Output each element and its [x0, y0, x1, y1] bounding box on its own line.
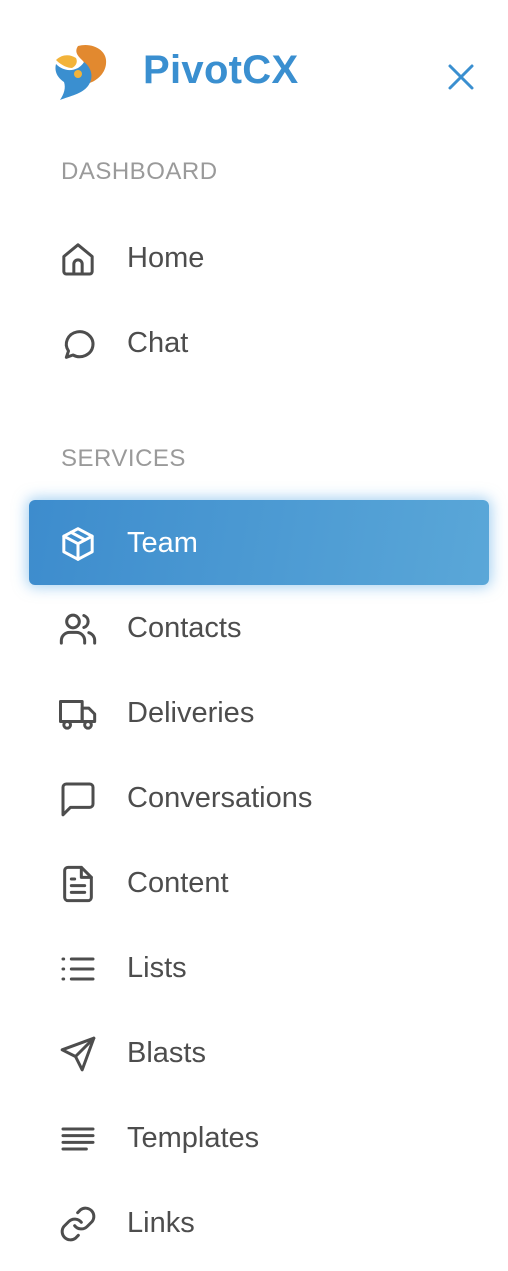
sidebar-item-lists[interactable]: Lists: [29, 925, 489, 1010]
sidebar-item-home[interactable]: Home: [29, 215, 489, 300]
sidebar-item-contacts[interactable]: Contacts: [29, 585, 489, 670]
section-label-dashboard: DASHBOARD: [61, 158, 218, 185]
message-square-icon: [58, 779, 98, 819]
sidebar-header: PivotCX: [0, 0, 508, 140]
file-text-icon: [58, 864, 98, 904]
users-icon: [58, 609, 98, 649]
truck-icon: [58, 694, 98, 734]
sidebar-item-label: Deliveries: [127, 697, 255, 729]
sidebar-item-label: Contacts: [127, 612, 242, 644]
sidebar-item-chat[interactable]: Chat: [29, 300, 489, 385]
home-icon: [58, 239, 98, 279]
send-icon: [58, 1034, 98, 1074]
sidebar-item-label: Content: [127, 867, 229, 899]
sidebar-item-label: Conversations: [127, 782, 313, 814]
brand-name: PivotCX: [143, 48, 299, 92]
sidebar-item-team[interactable]: Team: [29, 500, 489, 585]
pivotcx-logo-icon: [48, 40, 112, 104]
section-label-services: SERVICES: [61, 445, 186, 472]
sidebar-item-label: Chat: [127, 327, 189, 359]
sidebar-item-label: Home: [127, 242, 205, 274]
sidebar-item-blasts[interactable]: Blasts: [29, 1010, 489, 1095]
sidebar-item-content[interactable]: Content: [29, 840, 489, 925]
sidebar-item-templates[interactable]: Templates: [29, 1095, 489, 1180]
list-icon: [58, 949, 98, 989]
sidebar-item-label: Team: [127, 527, 198, 559]
align-left-icon: [58, 1119, 98, 1159]
sidebar-item-links[interactable]: Links: [29, 1180, 489, 1265]
close-button[interactable]: [442, 58, 480, 96]
sidebar-item-label: Links: [127, 1207, 195, 1239]
sidebar-item-conversations[interactable]: Conversations: [29, 755, 489, 840]
close-icon: [448, 64, 474, 90]
box-icon: [58, 524, 98, 564]
sidebar-item-label: Templates: [127, 1122, 260, 1154]
sidebar-item-label: Blasts: [127, 1037, 206, 1069]
sidebar-item-label: Lists: [127, 952, 187, 984]
sidebar-item-deliveries[interactable]: Deliveries: [29, 670, 489, 755]
link-icon: [58, 1204, 98, 1244]
chat-bubble-icon: [58, 324, 98, 364]
